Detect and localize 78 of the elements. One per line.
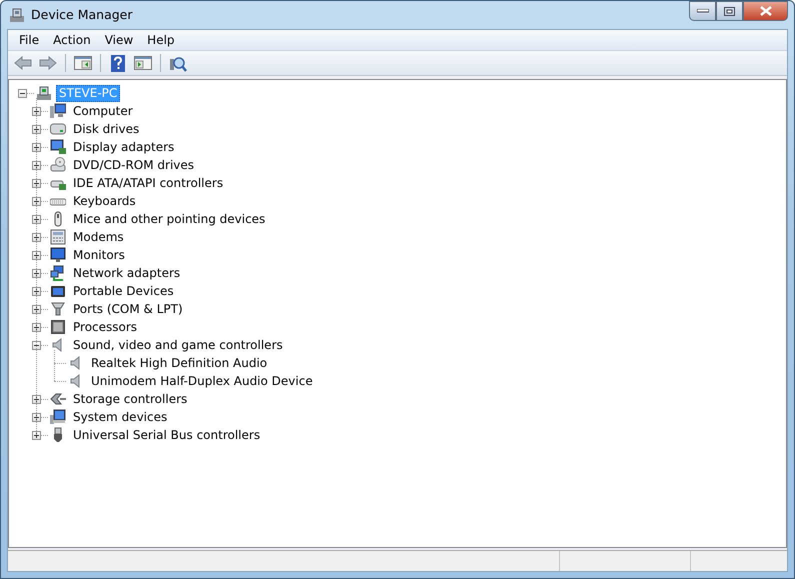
disc-drive-icon: [50, 157, 66, 173]
plus-icon: [33, 306, 40, 312]
modem-icon: [50, 229, 66, 245]
monitor-icon: [50, 247, 66, 263]
plus-icon: [33, 198, 40, 204]
expand-toggle[interactable]: [32, 268, 41, 278]
expand-toggle[interactable]: [32, 430, 41, 440]
expand-toggle[interactable]: [32, 142, 41, 152]
expand-toggle[interactable]: [32, 160, 41, 170]
plus-icon: [33, 252, 40, 258]
monitor-icon: [50, 139, 66, 155]
tree-item[interactable]: Universal Serial Bus controllers: [70, 426, 264, 444]
tree-item[interactable]: Monitors: [70, 246, 128, 264]
tree-item[interactable]: Realtek High Definition Audio: [88, 354, 270, 372]
tree-item[interactable]: Display adapters: [70, 138, 178, 156]
plus-icon: [33, 414, 40, 420]
plus-icon: [33, 180, 40, 186]
app-icon: [9, 7, 25, 23]
tree-item[interactable]: Unimodem Half-Duplex Audio Device: [88, 372, 316, 390]
tree-item[interactable]: Network adapters: [70, 264, 184, 282]
expand-toggle[interactable]: [32, 412, 41, 422]
network-icon: [50, 265, 66, 281]
plus-icon: [33, 432, 40, 438]
expand-toggle[interactable]: [32, 232, 41, 242]
plus-icon: [33, 108, 40, 114]
plus-icon: [33, 324, 40, 330]
expand-toggle[interactable]: [32, 196, 41, 206]
tree-item[interactable]: System devices: [70, 408, 170, 426]
tree-item[interactable]: Storage controllers: [70, 390, 190, 408]
expand-toggle[interactable]: [32, 394, 41, 404]
computer-icon: [36, 85, 52, 101]
menu-item[interactable]: Help: [140, 31, 182, 49]
device-icon: [50, 283, 66, 299]
plus-icon: [33, 162, 40, 168]
drive-icon: [50, 121, 66, 137]
tree-item[interactable]: IDE ATA/ATAPI controllers: [70, 174, 226, 192]
tree-item[interactable]: Sound, video and game controllers: [70, 336, 286, 354]
maximize-icon: [724, 6, 735, 16]
collapse-toggle[interactable]: [18, 88, 27, 98]
menu-item[interactable]: View: [98, 31, 140, 49]
expand-toggle[interactable]: [32, 304, 41, 314]
menu-item[interactable]: File: [12, 31, 46, 49]
tree-item[interactable]: Modems: [70, 228, 127, 246]
plus-icon: [33, 288, 40, 294]
computer-icon: [50, 409, 66, 425]
plus-icon: [33, 270, 40, 276]
tree-item[interactable]: Processors: [70, 318, 140, 336]
tree-item[interactable]: Mice and other pointing devices: [70, 210, 268, 228]
plus-icon: [33, 144, 40, 150]
expand-toggle[interactable]: [32, 322, 41, 332]
expand-toggle[interactable]: [32, 124, 41, 134]
maximize-button[interactable]: [716, 1, 743, 21]
port-icon: [50, 301, 66, 317]
plus-icon: [33, 234, 40, 240]
tree-item[interactable]: Computer: [70, 102, 136, 120]
plus-icon: [33, 396, 40, 402]
plus-icon: [33, 126, 40, 132]
expand-toggle[interactable]: [32, 250, 41, 260]
expand-toggle[interactable]: [32, 286, 41, 296]
close-button[interactable]: [743, 1, 788, 21]
chip-icon: [50, 319, 66, 335]
tree-item[interactable]: Portable Devices: [70, 282, 177, 300]
tree-item[interactable]: Keyboards: [70, 192, 139, 210]
expand-toggle[interactable]: [32, 214, 41, 224]
window-title: Device Manager: [31, 6, 133, 24]
plus-icon: [33, 216, 40, 222]
tree-item[interactable]: Disk drives: [70, 120, 142, 138]
menu-item[interactable]: Action: [46, 31, 98, 49]
close-icon: [760, 6, 772, 16]
expand-toggle[interactable]: [32, 178, 41, 188]
minimize-icon: [696, 9, 708, 13]
minimize-button[interactable]: [689, 1, 716, 21]
computer-icon: [50, 103, 66, 119]
tree-item[interactable]: DVD/CD-ROM drives: [70, 156, 198, 174]
tree-item[interactable]: Ports (COM & LPT): [70, 300, 186, 318]
expand-toggle[interactable]: [32, 106, 41, 116]
collapse-toggle[interactable]: [32, 340, 41, 350]
storage-icon: [50, 391, 66, 407]
